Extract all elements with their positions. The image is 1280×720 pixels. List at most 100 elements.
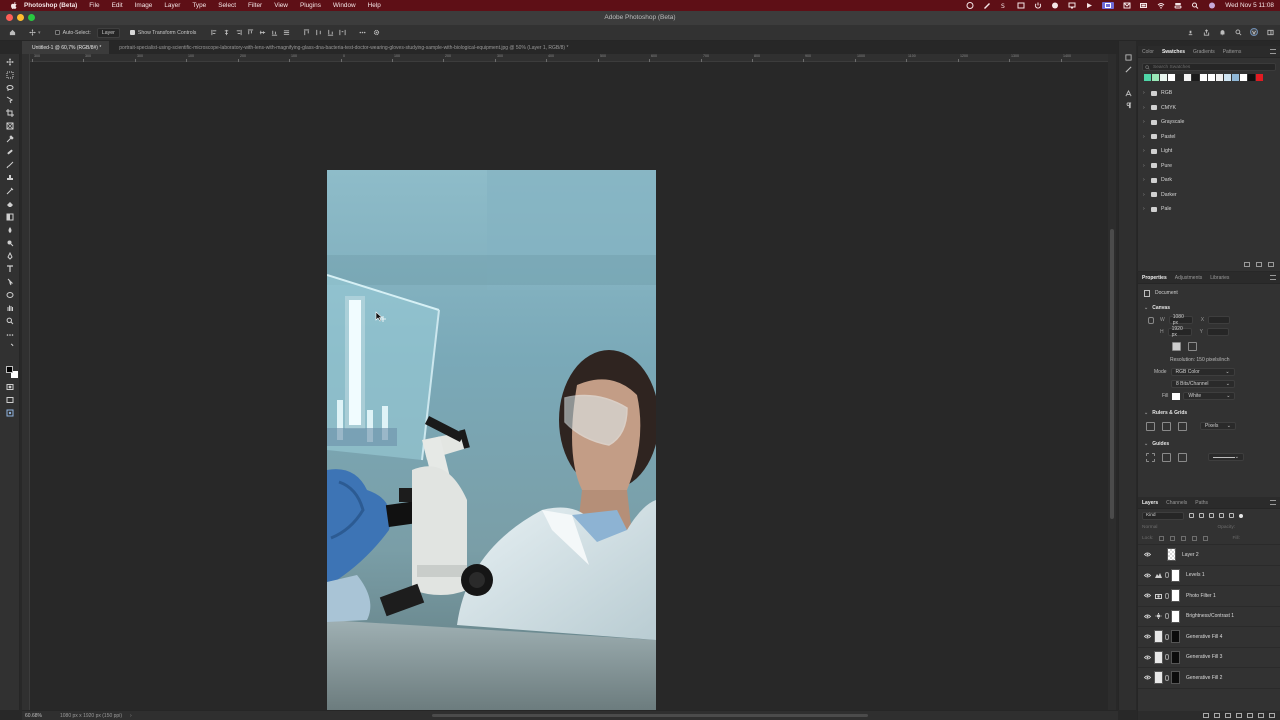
width-input[interactable]: 1080 px — [1168, 314, 1193, 326]
link-layers-icon[interactable] — [1203, 713, 1209, 718]
eye-icon[interactable] — [1143, 634, 1151, 639]
swatch-chip[interactable] — [1224, 74, 1231, 81]
layer-mask-thumbnail[interactable] — [1171, 568, 1180, 582]
eraser-tool-icon[interactable] — [5, 199, 15, 208]
layer-row[interactable]: Generative Fill 3 — [1138, 648, 1280, 668]
new-adjustment-icon[interactable] — [1236, 713, 1242, 718]
history-brush-tool-icon[interactable] — [5, 186, 15, 195]
layer-name[interactable]: Generative Fill 3 — [1186, 654, 1222, 660]
layer-row[interactable]: Generative Fill 4 — [1138, 627, 1280, 648]
layer-mask-thumbnail[interactable] — [1171, 630, 1180, 644]
control-center-icon[interactable] — [1174, 2, 1182, 9]
swatch-folder-rgb[interactable]: › RGB — [1138, 86, 1280, 101]
character-panel-icon[interactable] — [1124, 89, 1132, 97]
layer-name[interactable]: Levels 1 — [1186, 572, 1205, 578]
swatch-folder-cmyk[interactable]: › CMYK — [1138, 101, 1280, 116]
discover-icon[interactable] — [1250, 28, 1258, 36]
blur-tool-icon[interactable] — [5, 225, 15, 234]
layer-kind-filter[interactable]: Kind — [1142, 511, 1184, 520]
new-swatch-icon[interactable] — [1256, 262, 1262, 267]
swatch-chip[interactable] — [1192, 74, 1199, 81]
siri-icon[interactable] — [1208, 2, 1216, 9]
fill-opacity-label[interactable]: Fill: — [1232, 536, 1239, 541]
layer-name[interactable]: Photo Filter 1 — [1186, 593, 1216, 599]
layer-row[interactable]: Brightness/Contrast 1 — [1138, 607, 1280, 627]
swatches-search-input[interactable]: Search Swatches — [1142, 63, 1276, 71]
swatch-chip[interactable] — [1160, 74, 1167, 81]
menu-filter[interactable]: Filter — [248, 2, 262, 9]
menu-select[interactable]: Select — [218, 2, 236, 9]
swatch-folder-darker[interactable]: › Darker — [1138, 188, 1280, 203]
tab-properties[interactable]: Properties — [1142, 275, 1167, 281]
gradient-tool-icon[interactable] — [5, 212, 15, 221]
eyedropper-tool-icon[interactable] — [5, 134, 15, 143]
display-tray-icon[interactable] — [1068, 2, 1076, 9]
filter-toggle-icon[interactable] — [1239, 513, 1243, 518]
tab-channels[interactable]: Channels — [1166, 500, 1187, 506]
apple-icon[interactable] — [9, 1, 18, 10]
path-selection-tool-icon[interactable] — [5, 277, 15, 286]
tab-paths[interactable]: Paths — [1195, 500, 1208, 506]
eye-icon[interactable] — [1143, 614, 1151, 619]
new-group-icon[interactable] — [1247, 713, 1253, 718]
swatch-folder-grayscale[interactable]: › Grayscale — [1138, 115, 1280, 130]
show-transform-checkbox[interactable] — [129, 30, 135, 35]
panel-menu-icon[interactable] — [1270, 49, 1276, 54]
shape-tool-icon[interactable] — [5, 290, 15, 299]
creative-cloud-icon[interactable] — [966, 2, 974, 9]
units-dropdown[interactable]: Pixels ⌄ — [1200, 422, 1236, 430]
auto-select-target-dropdown[interactable]: Layer — [96, 27, 120, 38]
swatch-chip[interactable] — [1208, 74, 1215, 81]
align-top-icon[interactable] — [246, 29, 254, 37]
zoom-tool-icon[interactable] — [5, 316, 15, 325]
menu-help[interactable]: Help — [368, 2, 381, 9]
new-group-icon[interactable] — [1244, 262, 1250, 267]
clone-stamp-tool-icon[interactable] — [5, 173, 15, 182]
move-tool-icon[interactable] — [5, 57, 15, 66]
power-tray-icon[interactable] — [1034, 2, 1042, 9]
quick-mask-icon[interactable] — [5, 382, 15, 391]
swatch-chip[interactable] — [1168, 74, 1175, 81]
cloud-docs-icon[interactable] — [1186, 28, 1194, 36]
lock-pixels-icon[interactable] — [1170, 536, 1176, 541]
hand-tool-icon[interactable] — [5, 303, 15, 312]
generative-expand-icon[interactable] — [5, 408, 15, 417]
crop-tool-icon[interactable] — [5, 108, 15, 117]
menu-layer[interactable]: Layer — [164, 2, 180, 9]
home-button[interactable] — [8, 29, 16, 37]
layer-row[interactable]: Layer 2 — [1138, 545, 1280, 566]
menubar-clock[interactable]: Wed Nov 5 11:08 — [1225, 2, 1274, 9]
eye-icon[interactable] — [1143, 573, 1151, 578]
swatch-folder-light[interactable]: › Light — [1138, 144, 1280, 159]
menu-edit[interactable]: Edit — [112, 2, 123, 9]
horizontal-scroll-thumb[interactable] — [432, 714, 868, 717]
layer-mask-thumbnail[interactable] — [1171, 671, 1180, 685]
swap-colors-icon[interactable] — [5, 342, 15, 351]
swatch-chip[interactable] — [1176, 74, 1183, 81]
paragraph-panel-icon[interactable] — [1124, 101, 1132, 109]
shape-filter-icon[interactable] — [1219, 513, 1224, 518]
wifi-icon[interactable] — [1157, 2, 1165, 9]
opacity-label[interactable]: Opacity: — [1217, 525, 1235, 530]
grid-tray-icon[interactable] — [1017, 2, 1025, 9]
blend-mode-dropdown[interactable]: Normal — [1142, 525, 1157, 530]
frame-tool-icon[interactable] — [5, 121, 15, 130]
auto-select-toggle[interactable]: Auto-Select: — [54, 30, 91, 36]
mail-tray-icon[interactable] — [1123, 2, 1131, 9]
chevron-right-icon[interactable]: › — [130, 713, 132, 719]
show-transform-toggle[interactable]: Show Transform Controls — [129, 30, 196, 36]
swatch-folder-pure[interactable]: › Pure — [1138, 159, 1280, 174]
delete-swatch-icon[interactable] — [1268, 262, 1274, 267]
battery-icon[interactable] — [1140, 2, 1148, 9]
lock-all-icon[interactable] — [1203, 536, 1209, 541]
layer-name[interactable]: Generative Fill 2 — [1186, 675, 1222, 681]
document-canvas-image[interactable] — [327, 170, 656, 712]
edit-toolbar-icon[interactable] — [5, 330, 15, 339]
pen-tool-icon[interactable] — [5, 251, 15, 260]
layer-name[interactable]: Generative Fill 4 — [1186, 634, 1222, 640]
guides-section-header[interactable]: ⌄ Guides — [1138, 438, 1280, 450]
distribute-bottom-icon[interactable] — [326, 29, 334, 37]
pen-tray-icon[interactable] — [983, 2, 991, 9]
align-middle-icon[interactable] — [258, 29, 266, 37]
history-panel-icon[interactable] — [1124, 53, 1132, 61]
